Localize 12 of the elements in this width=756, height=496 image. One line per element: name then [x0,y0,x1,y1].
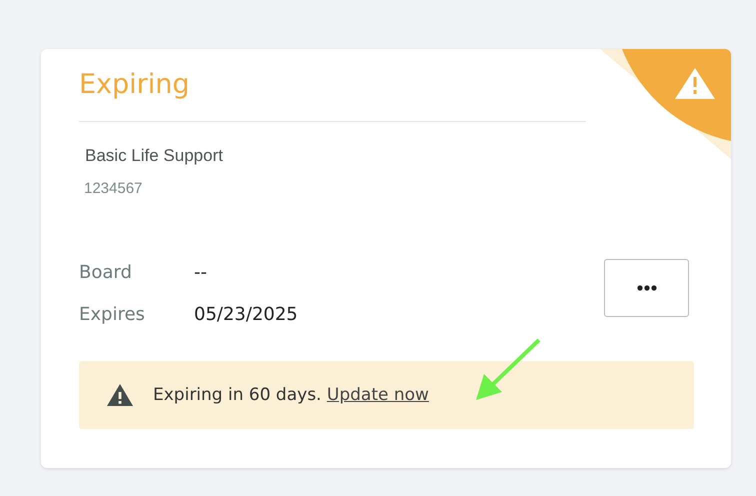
alert-message: Expiring in 60 days. Update now [153,385,429,405]
update-link[interactable]: Update now [326,385,429,405]
detail-label: Board [79,261,133,285]
detail-label: Expires [79,303,146,327]
more-icon [636,285,656,291]
status-title: Expiring [79,65,586,122]
detail-value: -- [194,261,208,285]
warning-icon [106,383,134,407]
detail-value: 05/23/2025 [194,303,298,327]
certification-name: Basic Life Support [85,146,224,166]
more-button[interactable] [604,259,689,317]
certification-number: 1234567 [84,180,144,197]
